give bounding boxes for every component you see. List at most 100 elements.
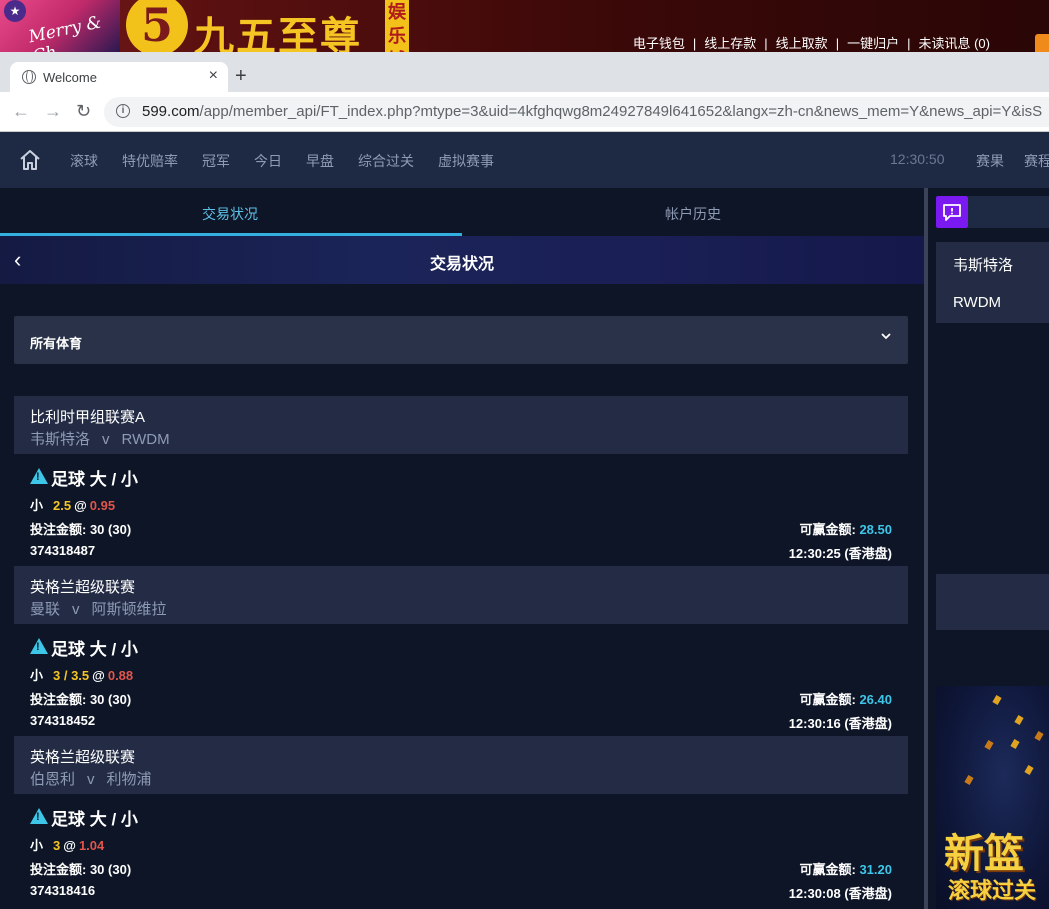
win-value: 28.50 xyxy=(859,522,892,537)
url-field[interactable]: i 599.com/app/member_api/FT_index.php?mt… xyxy=(104,97,1049,127)
bet-side: 小 xyxy=(30,838,44,853)
url-path: /app/member_api/FT_index.php?mtype=3&uid… xyxy=(199,103,1043,120)
bet-at: @ xyxy=(92,668,105,683)
win-label: 可赢金额: xyxy=(799,692,860,707)
promo-banner[interactable]: 新篮 滚球过关 xyxy=(936,686,1049,909)
banner-button[interactable] xyxy=(1035,34,1049,52)
link-unread-messages[interactable]: 未读讯息 (0) xyxy=(918,36,990,51)
stake-value: 30 (30) xyxy=(89,692,132,707)
nav-best-odds[interactable]: 特优赔率 xyxy=(122,153,178,169)
stake-label: 投注金额: xyxy=(30,692,90,707)
bet-pick: 小 3 / 3.5 @0.88 xyxy=(30,665,133,684)
tab-title: Welcome xyxy=(43,70,97,85)
browser-addressbar: ← → ↻ i 599.com/app/member_api/FT_index.… xyxy=(0,92,1049,132)
link-one-click-return[interactable]: 一键归户 xyxy=(847,36,899,51)
home-icon[interactable] xyxy=(18,148,42,172)
nav-results[interactable]: 赛果 xyxy=(976,153,1004,169)
league-name: 英格兰超级联赛 xyxy=(30,749,136,766)
info-icon[interactable]: i xyxy=(116,104,130,118)
link-online-withdraw[interactable]: 线上取款 xyxy=(776,36,828,51)
url-host: 599.com xyxy=(142,103,200,120)
nav-virtual[interactable]: 虚拟赛事 xyxy=(438,153,494,169)
nav-items: 滚球 特优赔率 冠军 今日 早盘 综合过关 虚拟赛事 xyxy=(70,151,518,171)
versus: v xyxy=(87,771,95,788)
link-separator: | xyxy=(835,36,840,51)
nav-schedule[interactable]: 赛程 xyxy=(1024,153,1049,169)
promo-subtitle: 滚球过关 xyxy=(948,878,1037,903)
nav-outright[interactable]: 冠军 xyxy=(202,153,230,169)
nav-early[interactable]: 早盘 xyxy=(306,153,334,169)
win-label: 可赢金额: xyxy=(799,522,860,537)
panel-tabs: 交易状况 帐户历史 xyxy=(0,188,924,236)
match-teams: 韦斯特洛 v RWDM xyxy=(30,428,170,449)
warning-icon-mark: ! xyxy=(36,471,40,483)
live-match-footer xyxy=(936,574,1049,630)
nav-today[interactable]: 今日 xyxy=(254,153,282,169)
warning-icon-mark: ! xyxy=(36,641,40,653)
new-tab-button[interactable]: + xyxy=(235,66,247,86)
nav-in-play[interactable]: 滚球 xyxy=(70,153,98,169)
match-teams: 伯恩利 v 利物浦 xyxy=(30,768,152,789)
home-team: 韦斯特洛 xyxy=(30,431,91,448)
message-icon[interactable] xyxy=(936,196,968,228)
nav-right-items: 赛果 赛程 xyxy=(976,151,1049,171)
versus: v xyxy=(102,431,110,448)
globe-icon xyxy=(22,70,36,84)
bet-odds: 0.95 xyxy=(89,498,116,513)
sport-filter-value: 所有体育 xyxy=(30,336,83,351)
bet-line: 3 / 3.5 xyxy=(53,668,90,683)
bet-line: 3 xyxy=(53,838,61,853)
site-badge: 娱乐城 xyxy=(385,0,409,52)
warning-icon-mark: ! xyxy=(36,811,40,823)
away-team: RWDM xyxy=(121,431,170,448)
live-away-team: RWDM xyxy=(953,294,1002,311)
link-online-deposit[interactable]: 线上存款 xyxy=(704,36,756,51)
account-links: 电子钱包 | 线上存款 | 线上取款 | 一键归户 | 未读讯息 (0) xyxy=(629,33,994,52)
confetti xyxy=(964,775,974,785)
close-icon[interactable]: × xyxy=(209,67,218,85)
url-text[interactable]: 599.com/app/member_api/FT_index.php?mtyp… xyxy=(142,103,1042,120)
tab-account-history[interactable]: 帐户历史 xyxy=(665,204,721,224)
reload-icon[interactable]: ↻ xyxy=(76,101,91,122)
stake-value: 30 (30) xyxy=(89,862,132,877)
sport-filter-dropdown[interactable]: 所有体育 xyxy=(14,316,908,364)
bet-type: 足球 大 / 小 xyxy=(51,470,138,489)
message-bar xyxy=(968,196,1049,228)
win-label: 可赢金额: xyxy=(799,862,860,877)
forward-arrow-icon[interactable]: → xyxy=(44,101,62,122)
bet-win: 可赢金额: 26.40 xyxy=(800,689,893,708)
league-name: 英格兰超级联赛 xyxy=(30,579,136,596)
browser-tab[interactable]: Welcome × xyxy=(10,62,228,92)
back-arrow-icon[interactable]: ← xyxy=(12,101,30,122)
star-icon: ★ xyxy=(4,0,26,22)
bet-line: 2.5 xyxy=(53,498,72,513)
bet-at: @ xyxy=(74,498,87,513)
chevron-down-icon xyxy=(881,333,891,340)
link-e-wallet[interactable]: 电子钱包 xyxy=(633,36,685,51)
bet-stake: 投注金额: 30 (30) xyxy=(30,689,131,708)
bet-id: 374318487 xyxy=(30,543,96,558)
bet-time: 12:30:16 (香港盘) xyxy=(788,716,892,731)
logo-icon[interactable]: 5 xyxy=(126,0,188,52)
bet-odds: 0.88 xyxy=(107,668,134,683)
confetti xyxy=(992,695,1002,705)
right-panel: 韦斯特洛 RWDM 新篮 滚球过关 xyxy=(928,188,1049,909)
away-team: 阿斯顿维拉 xyxy=(91,601,167,618)
bet-win: 可赢金额: 28.50 xyxy=(800,519,893,538)
link-separator: | xyxy=(692,36,697,51)
live-match-box[interactable]: 韦斯特洛 RWDM xyxy=(936,242,1049,323)
site-banner: ★ Merry & Ch 5 九五至尊 娱乐城 电子钱包 | 线上存款 | 线上取款 | 一… xyxy=(0,0,1049,52)
link-separator: | xyxy=(764,36,768,51)
stake-label: 投注金额: xyxy=(30,862,90,877)
live-home-team: 韦斯特洛 xyxy=(953,257,1014,274)
away-team: 利物浦 xyxy=(106,771,152,788)
bet-stake: 投注金额: 30 (30) xyxy=(30,519,131,538)
browser-tabbar: Welcome × + xyxy=(0,52,1049,92)
nav-parlay[interactable]: 综合过关 xyxy=(358,153,414,169)
confetti xyxy=(1034,731,1044,741)
bet-side: 小 xyxy=(30,668,44,683)
bet-pick: 小 3 @1.04 xyxy=(30,835,104,854)
message-icon-glyph xyxy=(943,204,961,221)
bet-side: 小 xyxy=(30,498,44,513)
tab-transaction-status[interactable]: 交易状况 xyxy=(202,204,258,224)
